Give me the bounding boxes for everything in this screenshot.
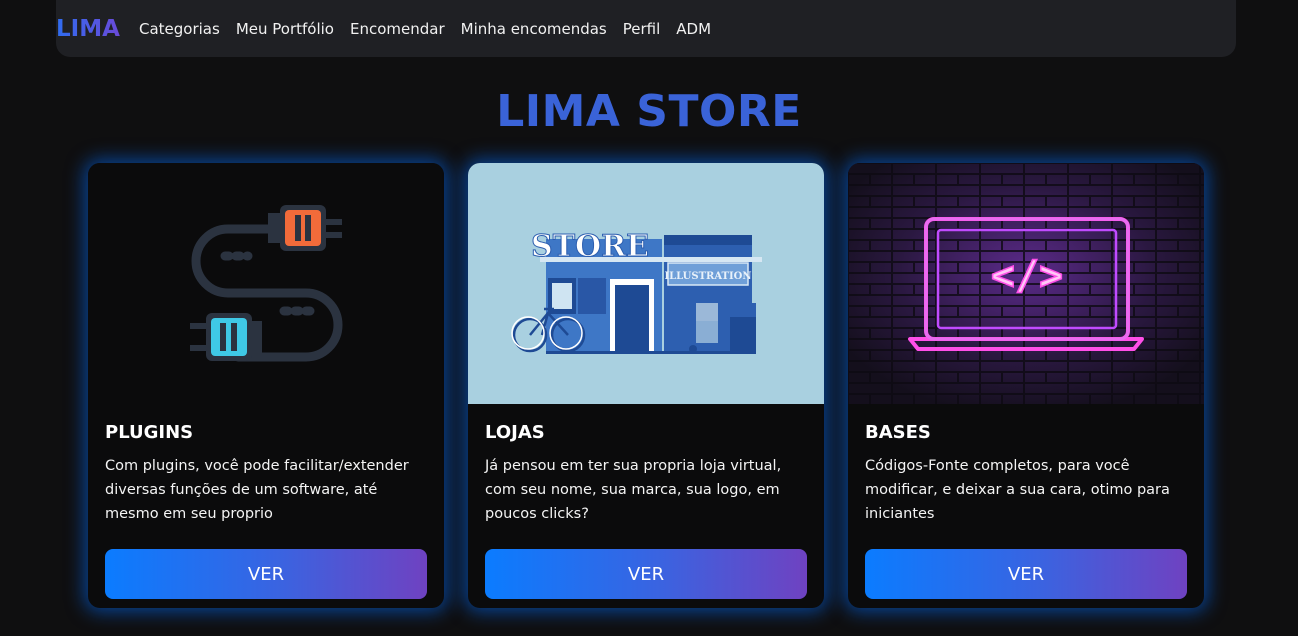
card-image-bases: </> [848, 163, 1204, 404]
nav-link-meu-portfolio[interactable]: Meu Portfólio [236, 20, 334, 38]
card-plugins: PLUGINS Com plugins, você pode facilitar… [88, 163, 444, 608]
brand-logo[interactable]: LIMA [56, 16, 139, 42]
card-description: Códigos-Fonte completos, para você modif… [865, 458, 1170, 522]
plug-connector-icon [190, 205, 343, 362]
card-description: Com plugins, você pode facilitar/extende… [105, 458, 409, 522]
ver-button-lojas[interactable]: VER [485, 549, 807, 599]
card-title: LOJAS [485, 422, 545, 443]
card-image-lojas: ILLUSTRATION STORE [468, 163, 824, 404]
ver-button-plugins[interactable]: VER [105, 549, 427, 599]
neon-laptop-code-icon: </> [848, 163, 1204, 404]
nav-links: Categorias Meu Portfólio Encomendar Minh… [139, 20, 711, 38]
card-lojas: ILLUSTRATION STORE LOJAS Já pensou em te… [468, 163, 824, 608]
code-symbol: </> [991, 253, 1063, 299]
ver-button-bases[interactable]: VER [865, 549, 1187, 599]
top-navbar: LIMA Categorias Meu Portfólio Encomendar… [56, 0, 1236, 57]
nav-link-encomendar[interactable]: Encomendar [350, 20, 445, 38]
card-title: PLUGINS [105, 422, 194, 443]
card-bases: </> BASES Códigos-Fonte completos, para … [848, 163, 1204, 608]
nav-link-categorias[interactable]: Categorias [139, 20, 220, 38]
nav-link-adm[interactable]: ADM [676, 20, 711, 38]
banner-text: ILLUSTRATION [664, 271, 751, 282]
card-description: Já pensou em ter sua propria loja virtua… [485, 458, 782, 522]
card-title: BASES [865, 422, 931, 443]
card-image-plugins [88, 163, 444, 404]
store-sign-text: STORE [531, 229, 649, 264]
page-title: LIMA STORE [496, 86, 802, 137]
nav-link-minha-encomendas[interactable]: Minha encomendas [461, 20, 607, 38]
storefront-illustration: ILLUSTRATION STORE [511, 229, 762, 354]
nav-link-perfil[interactable]: Perfil [623, 20, 661, 38]
